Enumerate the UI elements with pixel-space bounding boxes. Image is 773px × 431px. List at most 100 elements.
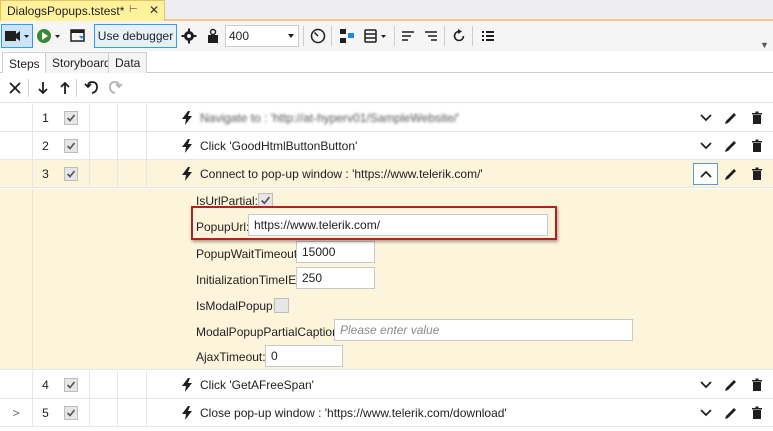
initialization-time-ie-label: InitializationTimeIE:: [196, 273, 300, 287]
table-row[interactable]: 1 Navigate to : 'http://at-hyperv01/Samp…: [0, 104, 773, 132]
step-enabled-checkbox[interactable]: [64, 139, 78, 153]
expand-step-button[interactable]: [698, 378, 714, 392]
uncomment-button[interactable]: [421, 24, 441, 48]
view-tabs: Steps Storyboard Data: [0, 52, 773, 74]
chevron-up-icon: [700, 170, 712, 178]
step-list-button[interactable]: [478, 24, 498, 48]
row-expander[interactable]: [0, 371, 33, 398]
chevron-down-icon: [700, 381, 712, 389]
undo-button[interactable]: [83, 79, 101, 97]
delete-button[interactable]: [6, 79, 24, 97]
ajax-timeout-label: AjaxTimeout:: [196, 350, 266, 364]
popup-wait-timeout-field[interactable]: 15000: [296, 241, 375, 263]
delay-combobox[interactable]: 400: [225, 25, 299, 47]
popup-url-highlight: [191, 206, 557, 240]
column-divider: [117, 160, 118, 187]
expand-step-button[interactable]: [698, 139, 714, 153]
initialization-time-ie-field[interactable]: 250: [296, 267, 375, 289]
step-actionbar: [0, 73, 773, 103]
step-enabled-checkbox[interactable]: [64, 167, 78, 181]
step-number: 2: [42, 138, 49, 153]
modal-popup-partial-caption-field[interactable]: Please enter value: [334, 319, 633, 341]
column-divider: [117, 132, 118, 159]
record-split-button[interactable]: [1, 24, 33, 48]
trash-icon[interactable]: [749, 377, 765, 393]
trash-icon[interactable]: [749, 405, 765, 421]
pencil-icon[interactable]: [723, 138, 739, 154]
recorder-icon: [5, 31, 29, 41]
checkmark-icon: [66, 170, 76, 178]
toolbar-separator: [394, 26, 395, 46]
close-icon[interactable]: ✕: [149, 3, 159, 17]
run-window-icon: [70, 29, 85, 42]
step-description: Click 'GoodHtmlButtonButton': [200, 138, 358, 153]
close-icon: [9, 82, 21, 94]
use-debugger-button[interactable]: Use debugger: [94, 24, 177, 48]
document-tab[interactable]: DialogsPopups.tstest* ⊢ ✕: [0, 0, 165, 21]
row-expander[interactable]: >: [0, 399, 33, 426]
checkmark-icon: [66, 409, 76, 417]
expand-step-button[interactable]: [698, 111, 714, 125]
undo-icon: [84, 81, 98, 94]
comment-button[interactable]: [398, 24, 418, 48]
document-tabstrip: DialogsPopups.tstest* ⊢ ✕: [0, 0, 773, 21]
timeout-button[interactable]: [308, 24, 328, 48]
table-row[interactable]: 4 Click 'GetAFreeSpan': [0, 371, 773, 399]
step-number: 5: [42, 405, 49, 420]
table-row[interactable]: 3 Connect to pop-up window : 'https://ww…: [0, 160, 773, 188]
row-expander[interactable]: [0, 160, 33, 187]
step-enabled-checkbox[interactable]: [64, 406, 78, 420]
column-divider: [146, 371, 147, 398]
database-icon: [364, 29, 386, 43]
tab-steps-label: Steps: [9, 56, 40, 71]
column-divider: [117, 104, 118, 131]
table-row[interactable]: 2 Click 'GoodHtmlButtonButton': [0, 132, 773, 160]
run-split-button[interactable]: [35, 24, 65, 48]
settings-button[interactable]: [179, 24, 199, 48]
move-up-button[interactable]: [56, 79, 74, 97]
trash-icon[interactable]: [749, 110, 765, 126]
elements-button[interactable]: [336, 24, 358, 48]
tab-storyboard[interactable]: Storyboard: [45, 52, 118, 73]
refresh-button[interactable]: [449, 24, 469, 48]
lightning-icon: [182, 378, 192, 392]
gear-icon: [181, 28, 197, 44]
column-divider: [146, 160, 147, 187]
pin-icon[interactable]: ⊢: [129, 4, 138, 15]
chevron-down-icon: [700, 409, 712, 417]
step-description: Navigate to : 'http://at-hyperv01/Sample…: [200, 110, 460, 125]
pencil-icon[interactable]: [723, 377, 739, 393]
lightning-icon: [182, 406, 192, 420]
delay-button[interactable]: [203, 24, 223, 48]
toolbar-overflow-icon[interactable]: ▼: [760, 40, 769, 50]
trash-icon[interactable]: [749, 138, 765, 154]
step-enabled-checkbox[interactable]: [64, 378, 78, 392]
pencil-icon[interactable]: [723, 110, 739, 126]
toolbar-separator: [331, 26, 332, 46]
run-to-here-button[interactable]: [67, 24, 89, 48]
redo-button[interactable]: [106, 79, 124, 97]
play-icon: [37, 29, 60, 43]
clock-icon: [310, 28, 326, 44]
ajax-timeout-field[interactable]: 0: [265, 345, 343, 367]
tab-steps[interactable]: Steps: [2, 52, 47, 74]
expand-step-button[interactable]: [698, 406, 714, 420]
pencil-icon[interactable]: [723, 166, 739, 182]
tab-storyboard-label: Storyboard: [52, 56, 111, 70]
storage-split-button[interactable]: [361, 24, 391, 48]
column-divider: [146, 132, 147, 159]
step-enabled-checkbox[interactable]: [64, 111, 78, 125]
move-down-button[interactable]: [34, 79, 52, 97]
actionbar-separator: [28, 79, 29, 97]
row-expander[interactable]: [0, 104, 33, 131]
table-row[interactable]: > 5 Close pop-up window : 'https://www.t…: [0, 399, 773, 427]
toolbar-separator: [444, 26, 445, 46]
column-divider: [89, 399, 90, 426]
step-description: Close pop-up window : 'https://www.teler…: [200, 405, 507, 420]
row-expander[interactable]: [0, 132, 33, 159]
trash-icon[interactable]: [749, 166, 765, 182]
tab-data[interactable]: Data: [108, 52, 148, 73]
pencil-icon[interactable]: [723, 405, 739, 421]
collapse-step-button[interactable]: [698, 167, 714, 181]
is-modal-popup-checkbox[interactable]: [274, 298, 289, 313]
